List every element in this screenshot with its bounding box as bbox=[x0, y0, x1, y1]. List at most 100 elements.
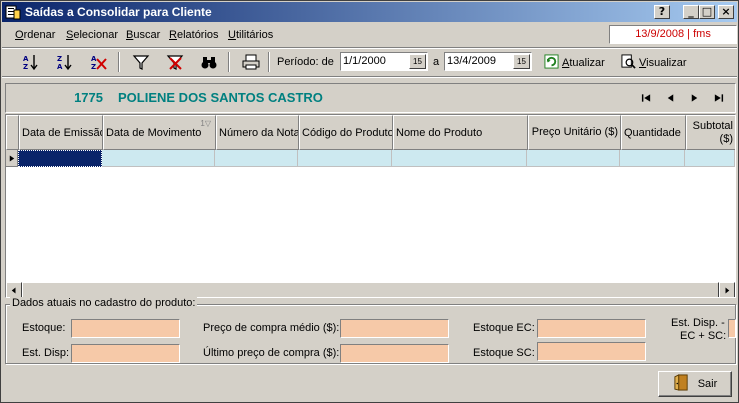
refresh-icon bbox=[544, 53, 559, 72]
row-indicator-header bbox=[6, 115, 19, 150]
column-header-label: Data de Movimento bbox=[106, 126, 202, 139]
sort-ascending-icon[interactable]: AZ bbox=[20, 51, 42, 73]
grid-cell[interactable] bbox=[102, 150, 215, 167]
grid-cell[interactable] bbox=[298, 150, 392, 167]
sair-button[interactable]: Sair bbox=[658, 371, 732, 397]
toolbar-divider bbox=[268, 52, 270, 72]
sair-label: Sair bbox=[697, 378, 718, 390]
ultimo-preco-label: Último preço de compra ($): bbox=[203, 347, 340, 359]
column-header[interactable]: Quantidade bbox=[621, 115, 686, 150]
date-to-input[interactable]: 13/4/2009 15 bbox=[444, 52, 532, 71]
app-icon bbox=[5, 4, 21, 20]
est-disp-ec-sc-label-2: EC + SC: bbox=[680, 330, 727, 342]
menu-utilitarios[interactable]: Utilitários bbox=[228, 29, 273, 41]
grid-cell[interactable] bbox=[527, 150, 620, 167]
minimize-button[interactable]: _ bbox=[683, 5, 699, 19]
first-record-icon[interactable] bbox=[638, 91, 654, 105]
product-data-group: Dados atuais no cadastro do produto: Est… bbox=[5, 297, 736, 364]
date-from-value: 1/1/2000 bbox=[343, 55, 386, 67]
svg-text:A: A bbox=[57, 63, 63, 71]
visualizar-button[interactable]: Visualizar bbox=[621, 52, 687, 73]
filter-icon[interactable] bbox=[130, 51, 152, 73]
title-bar[interactable]: Saídas a Consolidar para Cliente ? _ □ × bbox=[2, 2, 737, 22]
customer-name: POLIENE DOS SANTOS CASTRO bbox=[118, 90, 323, 105]
toolbar-divider bbox=[118, 52, 120, 72]
last-record-icon[interactable] bbox=[710, 91, 726, 105]
column-header[interactable]: Subtotal ($) bbox=[686, 115, 735, 150]
menu-relatorios[interactable]: Relatórios bbox=[169, 29, 219, 41]
svg-text:A: A bbox=[91, 55, 97, 63]
column-header[interactable]: Data de Emissão bbox=[19, 115, 103, 150]
binoculars-icon[interactable] bbox=[198, 51, 220, 73]
customer-id: 1775 bbox=[74, 90, 103, 105]
estoque-label: Estoque: bbox=[22, 322, 66, 334]
toolbar-divider bbox=[228, 52, 230, 72]
menu-buscar[interactable]: Buscar bbox=[126, 29, 160, 41]
next-record-icon[interactable] bbox=[686, 91, 702, 105]
est-disp-field bbox=[71, 344, 180, 363]
previous-record-icon[interactable] bbox=[662, 91, 678, 105]
est-disp-ec-sc-label: Est. Disp. - bbox=[671, 317, 725, 329]
column-header[interactable]: Preço Unitário ($) bbox=[528, 115, 621, 150]
clear-filter-icon[interactable] bbox=[164, 51, 186, 73]
est-disp-ec-sc-field bbox=[728, 319, 736, 338]
svg-text:A: A bbox=[23, 55, 29, 63]
exit-door-icon bbox=[673, 374, 690, 394]
est-disp-label: Est. Disp: bbox=[22, 347, 70, 359]
grid-header: Data de Emissão Data de Movimento 1▽ Núm… bbox=[6, 115, 735, 150]
column-header[interactable]: Nome do Produto bbox=[393, 115, 528, 150]
column-header[interactable]: Código do Produto bbox=[299, 115, 393, 150]
svg-text:Z: Z bbox=[57, 55, 62, 63]
menu-selecionar[interactable]: Selecionar bbox=[66, 29, 118, 41]
grid-cell[interactable] bbox=[215, 150, 298, 167]
window-title: Saídas a Consolidar para Cliente bbox=[25, 5, 212, 19]
preview-icon bbox=[621, 53, 636, 72]
date-from-input[interactable]: 1/1/2000 15 bbox=[340, 52, 428, 71]
scroll-left-icon[interactable] bbox=[6, 282, 22, 297]
printer-icon[interactable] bbox=[240, 51, 262, 73]
column-header[interactable]: Data de Movimento 1▽ bbox=[103, 115, 216, 150]
grid-cell[interactable] bbox=[620, 150, 685, 167]
sort-indicator-icon: 1▽ bbox=[200, 119, 211, 128]
product-data-legend: Dados atuais no cadastro do produto: bbox=[10, 297, 198, 309]
status-date: 13/9/2008 | fms bbox=[609, 25, 737, 44]
sort-descending-icon[interactable]: ZA bbox=[54, 51, 76, 73]
estoque-sc-label: Estoque SC: bbox=[473, 347, 535, 359]
scroll-right-icon[interactable] bbox=[719, 282, 735, 297]
horizontal-scrollbar[interactable] bbox=[6, 282, 735, 297]
customer-panel: 1775 POLIENE DOS SANTOS CASTRO bbox=[5, 83, 736, 113]
help-button[interactable]: ? bbox=[654, 5, 670, 19]
date-separator-label: a bbox=[433, 56, 440, 68]
close-button[interactable]: × bbox=[718, 5, 734, 19]
visualizar-label: Visualizar bbox=[639, 56, 687, 69]
clear-sort-icon[interactable]: AZ bbox=[88, 51, 110, 73]
preco-medio-label: Preço de compra médio ($): bbox=[203, 322, 340, 334]
maximize-button[interactable]: □ bbox=[699, 5, 715, 19]
menu-ordenar[interactable]: Ordenar bbox=[15, 29, 55, 41]
ultimo-preco-field bbox=[340, 344, 449, 363]
calendar-icon[interactable]: 15 bbox=[513, 54, 530, 69]
preco-medio-field bbox=[340, 319, 449, 338]
column-header[interactable]: Número da Nota bbox=[216, 115, 299, 150]
calendar-icon[interactable]: 15 bbox=[409, 54, 426, 69]
grid-cell[interactable] bbox=[392, 150, 527, 167]
grid-cell[interactable] bbox=[685, 150, 735, 167]
sales-grid[interactable]: Data de Emissão Data de Movimento 1▽ Núm… bbox=[5, 114, 736, 298]
grid-cell[interactable] bbox=[18, 150, 102, 167]
estoque-ec-label: Estoque EC: bbox=[473, 322, 535, 334]
estoque-sc-field bbox=[537, 342, 646, 361]
date-to-value: 13/4/2009 bbox=[447, 55, 496, 67]
estoque-ec-field bbox=[537, 319, 646, 338]
scrollbar-thumb[interactable] bbox=[22, 282, 719, 297]
estoque-field bbox=[71, 319, 180, 338]
svg-text:Z: Z bbox=[23, 63, 28, 71]
menu-bar: Ordenar Selecionar Buscar Relatórios Uti… bbox=[2, 23, 737, 47]
current-row-indicator-icon bbox=[6, 150, 18, 167]
toolbar: AZ ZA AZ Período: de 1/1/2000 15 a 13/4/… bbox=[2, 49, 737, 75]
atualizar-label: Atualizar bbox=[562, 56, 605, 69]
atualizar-button[interactable]: Atualizar bbox=[544, 52, 605, 73]
main-window: Saídas a Consolidar para Cliente ? _ □ ×… bbox=[0, 0, 739, 403]
toolbar-divider-bottom bbox=[2, 76, 737, 78]
svg-text:Z: Z bbox=[91, 63, 96, 71]
table-row[interactable] bbox=[6, 150, 735, 167]
